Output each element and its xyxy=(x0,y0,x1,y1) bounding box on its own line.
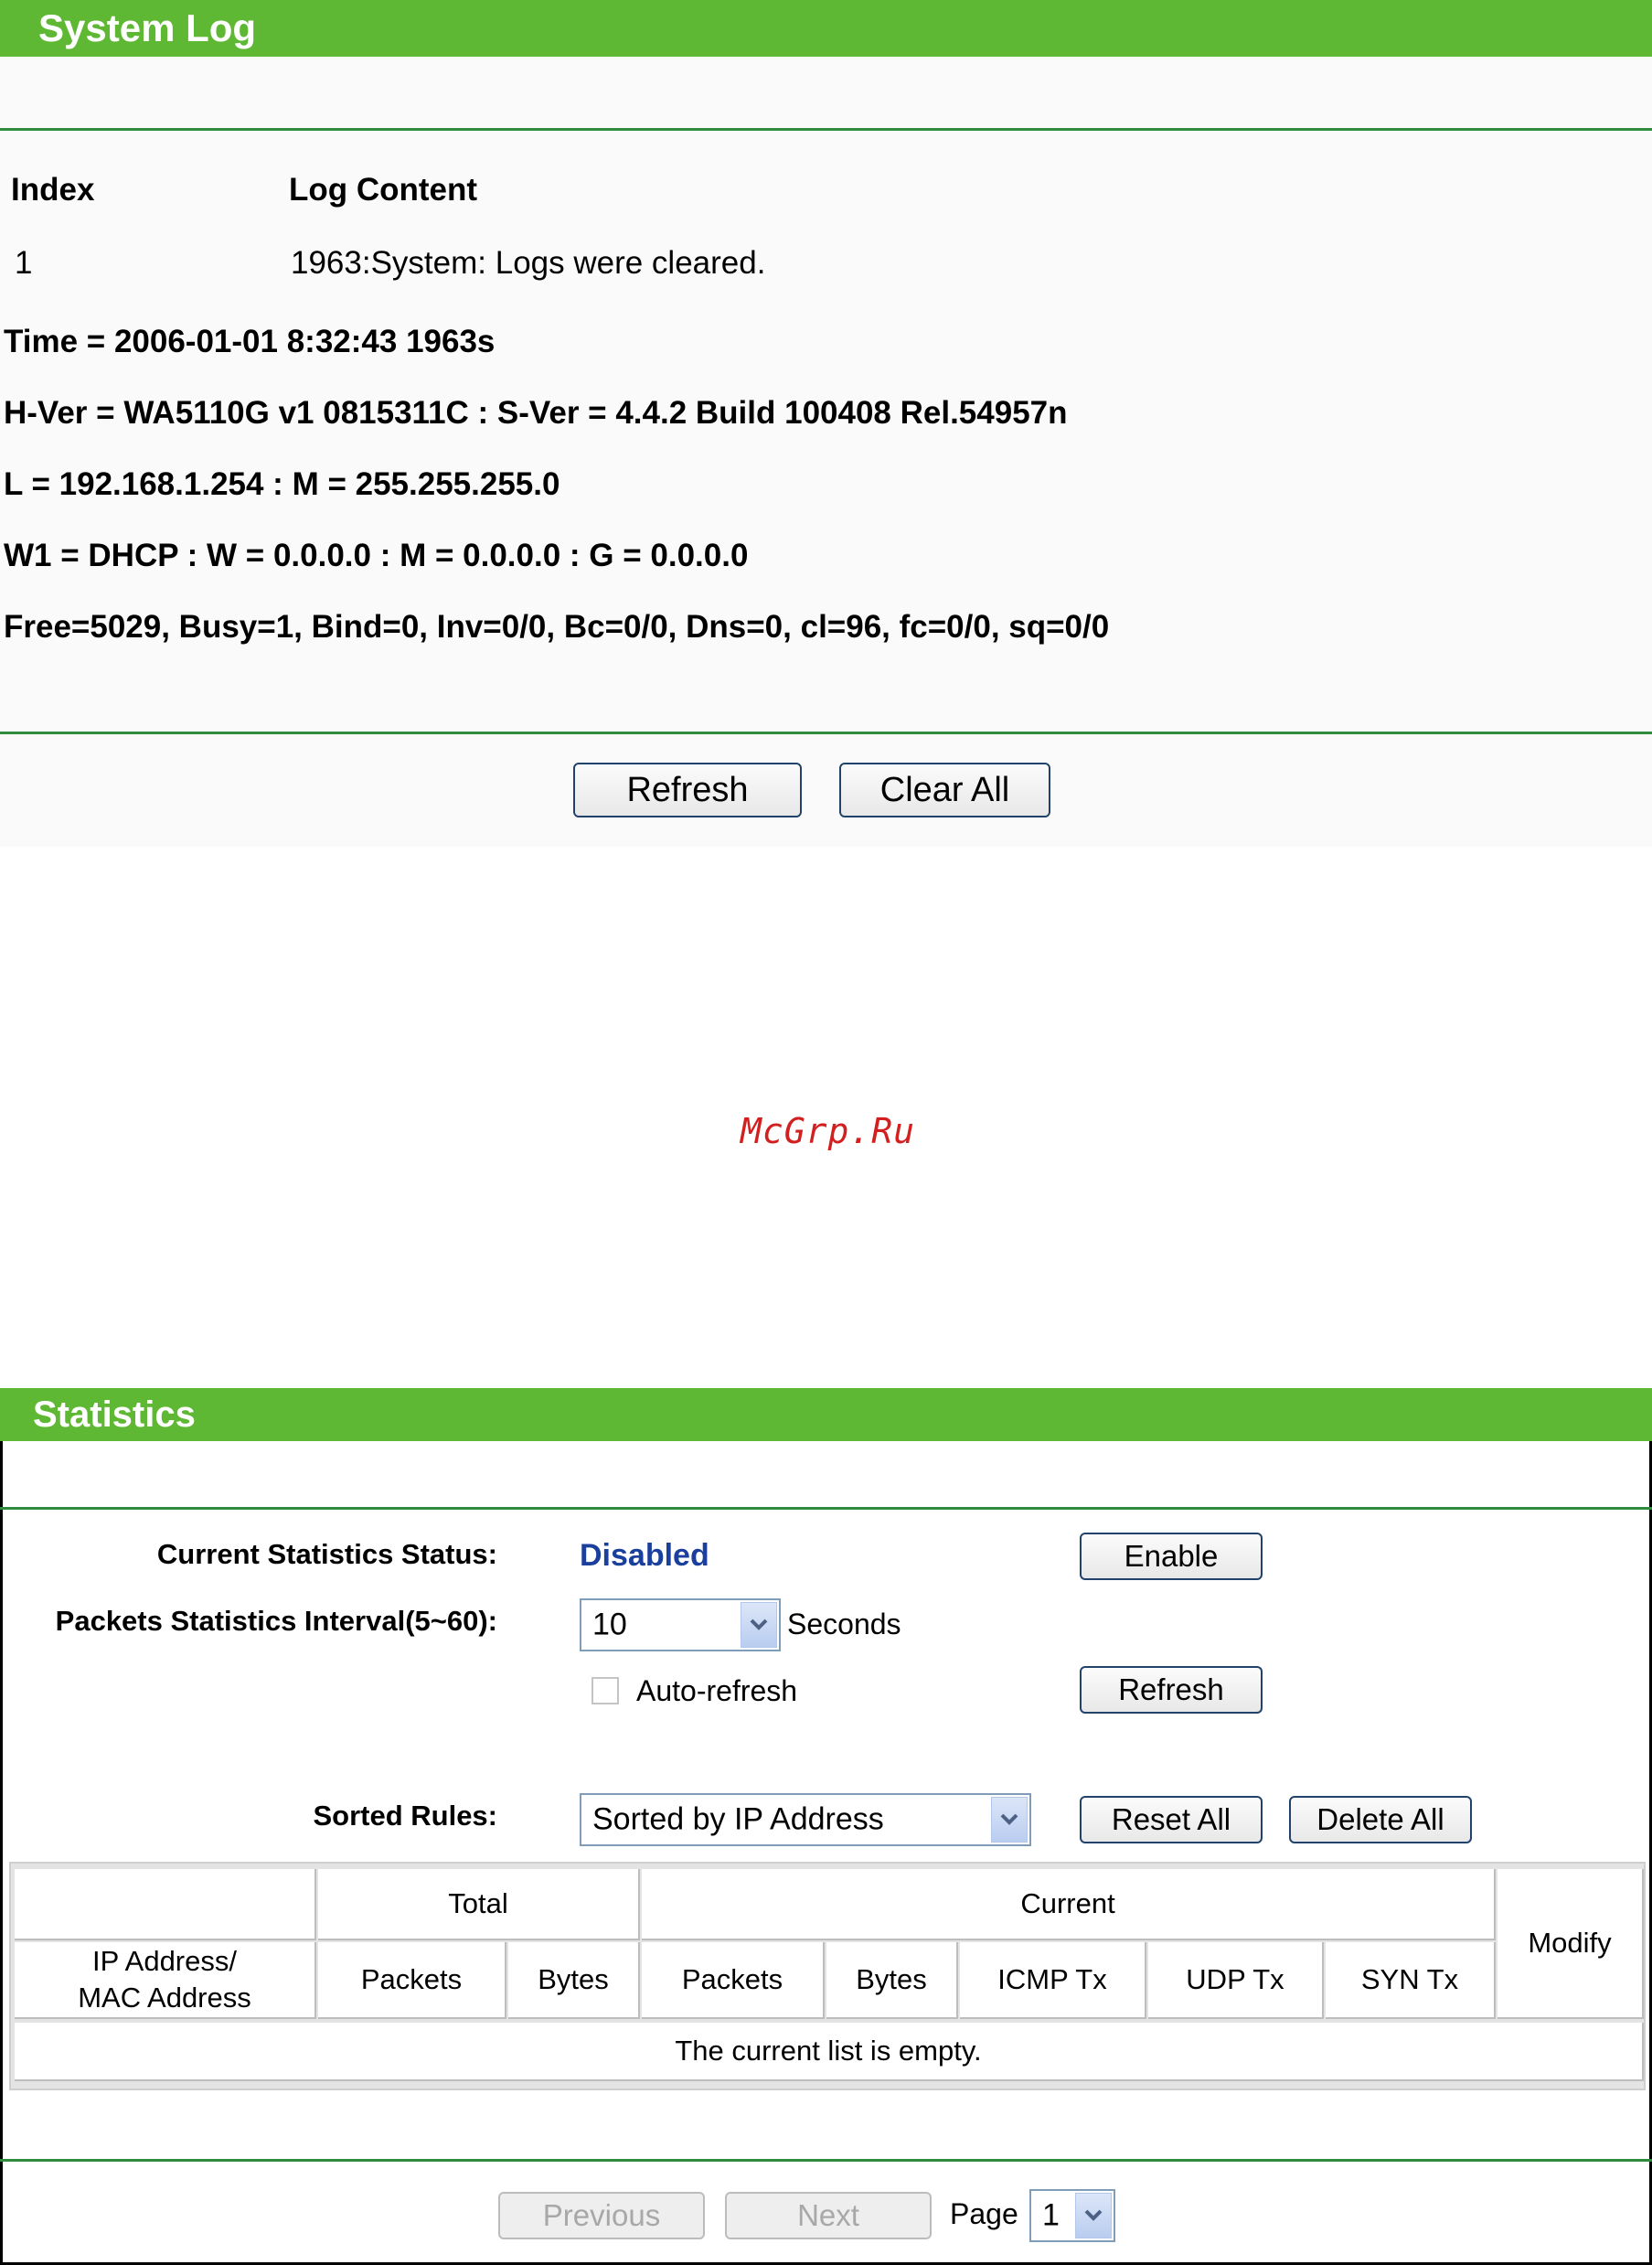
total-packets-header: Packets xyxy=(318,1942,506,2019)
info-wan: W1 = DHCP : W = 0.0.0.0 : M = 0.0.0.0 : … xyxy=(4,538,749,573)
auto-refresh-checkbox[interactable] xyxy=(592,1677,619,1704)
log-content-header: Log Content xyxy=(289,172,478,208)
page-select[interactable]: 1 xyxy=(1029,2189,1115,2242)
syn-tx-header: SYN Tx xyxy=(1326,1942,1496,2019)
chevron-down-icon xyxy=(991,1797,1028,1843)
interval-value: 10 xyxy=(592,1607,627,1642)
current-bytes-header: Bytes xyxy=(826,1942,958,2019)
chevron-down-icon xyxy=(1075,2193,1112,2238)
table-corner-cell xyxy=(15,1869,316,1940)
log-entry-index: 1 xyxy=(15,245,33,281)
previous-button[interactable]: Previous xyxy=(498,2192,705,2239)
statistics-title: Statistics xyxy=(0,1388,1652,1441)
total-bytes-header: Bytes xyxy=(508,1942,640,2019)
modify-header: Modify xyxy=(1497,1869,1644,2019)
divider xyxy=(0,1507,1652,1510)
sorted-rules-select[interactable]: Sorted by IP Address xyxy=(580,1793,1031,1846)
statistics-table: Total Current Modify IP Address/ MAC Add… xyxy=(9,1862,1646,2090)
index-header: Index xyxy=(11,172,95,208)
divider xyxy=(0,128,1652,131)
sorted-rules-value: Sorted by IP Address xyxy=(592,1801,884,1837)
total-group-header: Total xyxy=(318,1869,640,1940)
page-value: 1 xyxy=(1042,2197,1060,2233)
delete-all-button[interactable]: Delete All xyxy=(1289,1796,1472,1843)
status-value: Disabled xyxy=(580,1538,709,1573)
icmp-tx-header: ICMP Tx xyxy=(960,1942,1146,2019)
empty-list-message: The current list is empty. xyxy=(15,2023,1644,2081)
log-entry-content: 1963:System: Logs were cleared. xyxy=(291,245,766,281)
current-group-header: Current xyxy=(642,1869,1496,1940)
interval-label: Packets Statistics Interval(5~60): xyxy=(55,1605,497,1637)
next-button[interactable]: Next xyxy=(725,2192,932,2239)
refresh-button[interactable]: Refresh xyxy=(573,763,802,817)
clear-all-button[interactable]: Clear All xyxy=(839,763,1050,817)
ip-address-label: IP Address/ xyxy=(92,1945,237,1977)
reset-all-button[interactable]: Reset All xyxy=(1080,1796,1263,1843)
enable-button[interactable]: Enable xyxy=(1080,1533,1263,1580)
info-lan: L = 192.168.1.254 : M = 255.255.255.0 xyxy=(4,466,560,502)
info-time: Time = 2006-01-01 8:32:43 1963s xyxy=(4,324,496,359)
status-label: Current Statistics Status: xyxy=(156,1538,497,1570)
page-label: Page xyxy=(950,2197,1018,2230)
info-stats: Free=5029, Busy=1, Bind=0, Inv=0/0, Bc=0… xyxy=(4,609,1110,645)
divider xyxy=(0,732,1652,734)
sorted-rules-label: Sorted Rules: xyxy=(313,1800,497,1832)
chevron-down-icon xyxy=(741,1602,777,1648)
mac-address-label: MAC Address xyxy=(78,1982,251,2014)
udp-tx-header: UDP Tx xyxy=(1148,1942,1324,2019)
system-log-title: System Log xyxy=(0,0,1652,57)
refresh-statistics-button[interactable]: Refresh xyxy=(1080,1666,1263,1714)
current-packets-header: Packets xyxy=(642,1942,825,2019)
info-version: H-Ver = WA5110G v1 0815311C : S-Ver = 4.… xyxy=(4,395,1068,431)
interval-unit: Seconds xyxy=(787,1608,901,1640)
watermark: McGrp.Ru xyxy=(741,1111,916,1151)
auto-refresh-label: Auto-refresh xyxy=(636,1674,798,1707)
interval-select[interactable]: 10 xyxy=(580,1598,781,1651)
ip-mac-header: IP Address/ MAC Address xyxy=(15,1942,316,2019)
divider xyxy=(0,2159,1652,2162)
